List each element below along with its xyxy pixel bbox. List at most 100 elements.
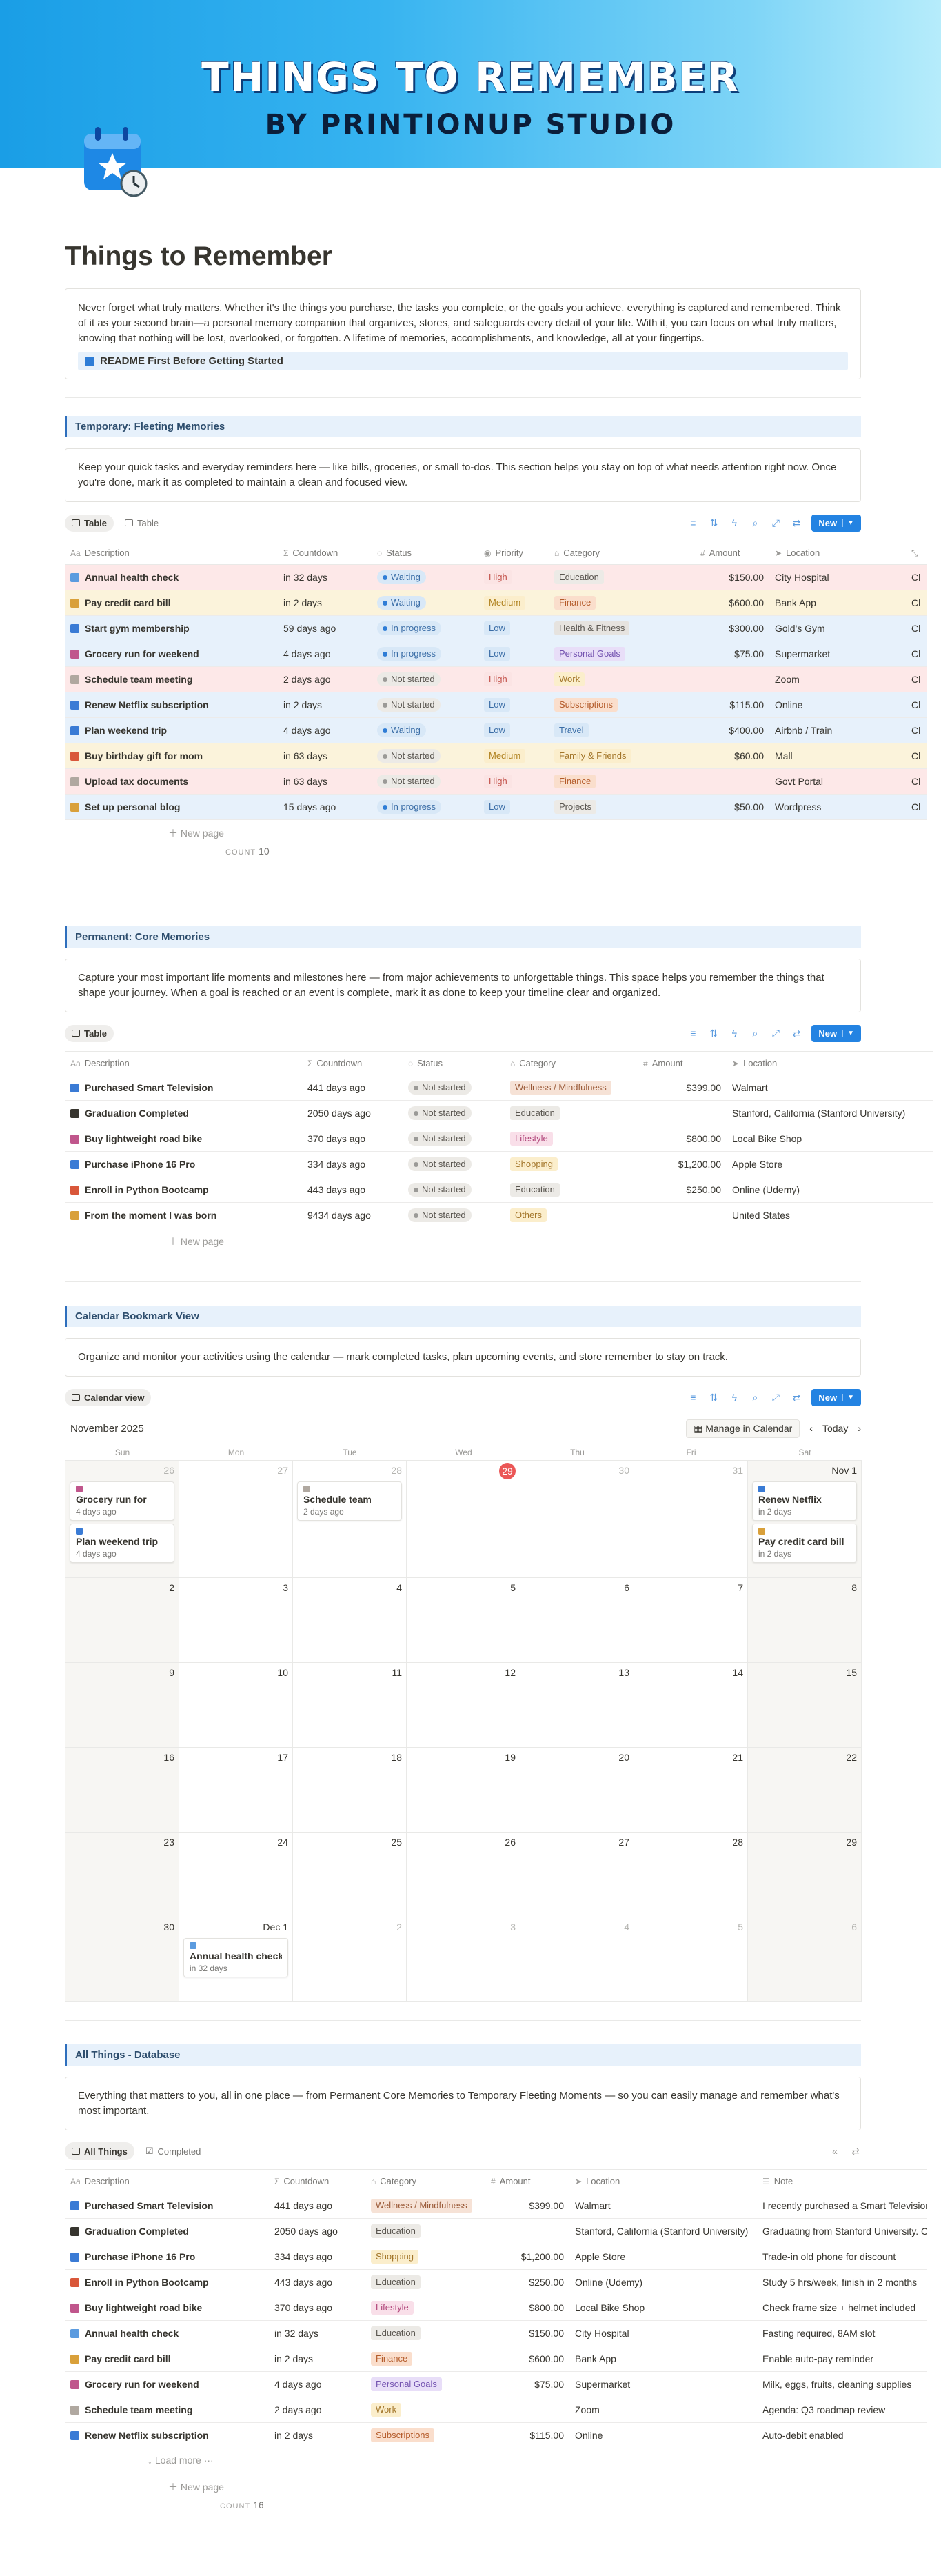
description-cell[interactable]: Set up personal blog — [65, 794, 278, 820]
calendar-day[interactable]: Nov 1 Renew Netflix in 2 days Pay credit ca… — [748, 1461, 862, 1578]
calendar-day[interactable]: Dec 1 Annual health check in 32 days — [179, 1917, 293, 2002]
category-cell[interactable]: Education — [549, 564, 695, 590]
calendar-day[interactable]: 27 — [179, 1461, 293, 1578]
note-cell[interactable]: Enable auto-pay reminder — [757, 2346, 927, 2372]
calendar-day[interactable]: 12 — [407, 1663, 520, 1748]
chevron-left-icon[interactable]: ‹ — [809, 1423, 813, 1434]
description-cell[interactable]: Pay credit card bill — [65, 2346, 269, 2372]
category-cell[interactable]: Education — [505, 1100, 638, 1126]
overflow-cell[interactable]: Cl — [906, 717, 927, 743]
priority-cell[interactable]: High — [478, 564, 549, 590]
calendar-day[interactable]: 5 — [407, 1578, 520, 1663]
amount-cell[interactable]: $600.00 — [485, 2346, 569, 2372]
calendar-day[interactable]: 20 — [520, 1748, 634, 1833]
countdown-cell[interactable]: 443 days ago — [302, 1177, 403, 1203]
location-cell[interactable]: Mall — [769, 743, 906, 769]
chevrons-left-icon[interactable]: « — [829, 2146, 840, 2157]
description-cell[interactable]: Purchase iPhone 16 Pro — [65, 1151, 302, 1177]
note-cell[interactable]: Graduating from Stanford University. Cal… — [757, 2218, 927, 2244]
new-button[interactable]: New ▼ — [811, 514, 861, 532]
calendar-day[interactable]: 30 — [520, 1461, 634, 1578]
note-cell[interactable]: Study 5 hrs/week, finish in 2 months — [757, 2269, 927, 2295]
location-cell[interactable]: Local Bike Shop — [569, 2295, 757, 2321]
calendar-day[interactable]: 22 — [748, 1748, 862, 1833]
location-cell[interactable]: Online (Udemy) — [727, 1177, 933, 1203]
automation-icon[interactable]: ϟ — [729, 1392, 740, 1403]
countdown-cell[interactable]: 441 days ago — [269, 2193, 365, 2219]
description-cell[interactable]: Start gym membership — [65, 615, 278, 641]
search-icon[interactable]: ⌕ — [749, 1028, 760, 1039]
calendar-day[interactable]: 4 — [293, 1578, 407, 1663]
calendar-day[interactable]: 31 — [634, 1461, 748, 1578]
amount-cell[interactable]: $115.00 — [485, 2422, 569, 2448]
overflow-cell[interactable]: Cl — [906, 615, 927, 641]
calendar-day[interactable]: 30 — [65, 1917, 179, 2002]
location-cell[interactable]: Supermarket — [769, 641, 906, 667]
amount-cell[interactable] — [485, 2397, 569, 2423]
calendar-day[interactable]: 2 — [293, 1917, 407, 2002]
amount-cell[interactable]: $399.00 — [485, 2193, 569, 2219]
table-row[interactable]: Buy lightweight road bike 370 days ago Lif… — [65, 2295, 927, 2321]
note-cell[interactable]: Milk, eggs, fruits, cleaning supplies — [757, 2371, 927, 2397]
overflow-cell[interactable]: Cl — [906, 641, 927, 667]
calendar-day[interactable]: 14 — [634, 1663, 748, 1748]
priority-cell[interactable]: Low — [478, 692, 549, 718]
category-cell[interactable]: Projects — [549, 794, 695, 820]
calendar-day[interactable]: 26 — [407, 1833, 520, 1917]
calendar-event-card[interactable]: Grocery run for 4 days ago — [70, 1481, 174, 1521]
description-cell[interactable]: Buy lightweight road bike — [65, 1126, 302, 1152]
category-cell[interactable]: Shopping — [505, 1151, 638, 1177]
new-page-button[interactable]: ＋ New page — [65, 820, 861, 846]
calendar-day[interactable]: 15 — [748, 1663, 862, 1748]
calendar-day[interactable]: 4 — [520, 1917, 634, 2002]
description-cell[interactable]: Grocery run for weekend — [65, 2371, 269, 2397]
description-cell[interactable]: Annual health check — [65, 2320, 269, 2346]
status-cell[interactable]: Not started — [403, 1202, 505, 1228]
overflow-cell[interactable]: Cl — [906, 794, 927, 820]
priority-cell[interactable]: Medium — [478, 590, 549, 616]
category-cell[interactable]: Personal Goals — [549, 641, 695, 667]
amount-cell[interactable]: $150.00 — [485, 2320, 569, 2346]
description-cell[interactable]: Buy birthday gift for mom — [65, 743, 278, 769]
description-cell[interactable]: Enroll in Python Bootcamp — [65, 1177, 302, 1203]
location-cell[interactable]: Zoom — [569, 2397, 757, 2423]
description-cell[interactable]: Plan weekend trip — [65, 717, 278, 743]
col-header-countdown[interactable]: Σ Countdown — [302, 1051, 403, 1075]
category-cell[interactable]: Shopping — [365, 2244, 485, 2270]
countdown-cell[interactable]: 443 days ago — [269, 2269, 365, 2295]
sort-icon[interactable]: ⇅ — [708, 1028, 719, 1039]
table-row[interactable]: Schedule team meeting 2 days ago Work Zoom A… — [65, 2397, 927, 2423]
amount-cell[interactable]: $1,200.00 — [485, 2244, 569, 2270]
countdown-cell[interactable]: 15 days ago — [278, 794, 372, 820]
table-row[interactable]: Upload tax documents in 63 days Not starte… — [65, 768, 927, 795]
calendar-day[interactable]: 29 — [748, 1833, 862, 1917]
amount-cell[interactable] — [638, 1202, 727, 1228]
countdown-cell[interactable]: 2050 days ago — [302, 1100, 403, 1126]
countdown-cell[interactable]: in 63 days — [278, 768, 372, 795]
expand-icon[interactable]: ⤢ — [770, 1392, 781, 1404]
search-icon[interactable]: ⌕ — [749, 517, 760, 529]
priority-cell[interactable]: High — [478, 768, 549, 795]
calendar-day[interactable]: 7 — [634, 1578, 748, 1663]
status-cell[interactable]: In progress — [372, 641, 478, 667]
calendar-event-card[interactable]: Schedule team 2 days ago — [297, 1481, 402, 1521]
table-row[interactable]: Plan weekend trip 4 days ago Waiting Low Tra… — [65, 717, 927, 743]
calendar-event-card[interactable]: Plan weekend trip 4 days ago — [70, 1524, 174, 1563]
countdown-cell[interactable]: 59 days ago — [278, 615, 372, 641]
status-cell[interactable]: Not started — [372, 692, 478, 718]
description-cell[interactable]: Enroll in Python Bootcamp — [65, 2269, 269, 2295]
category-cell[interactable]: Subscriptions — [365, 2422, 485, 2448]
expand-icon[interactable]: ⤢ — [770, 517, 781, 529]
amount-cell[interactable] — [695, 666, 769, 692]
settings-icon[interactable]: ⇄ — [791, 517, 802, 529]
chevron-right-icon[interactable]: › — [858, 1423, 861, 1434]
status-cell[interactable]: Waiting — [372, 717, 478, 743]
location-cell[interactable]: Stanford, California (Stanford Universit… — [569, 2218, 757, 2244]
description-cell[interactable]: Purchased Smart Television — [65, 2193, 269, 2219]
location-cell[interactable]: Wordpress — [769, 794, 906, 820]
overflow-cell[interactable]: Cl — [906, 564, 927, 590]
col-header-category[interactable]: ⌂ Category — [549, 541, 695, 565]
col-header-countdown[interactable]: Σ Countdown — [269, 2169, 365, 2193]
note-cell[interactable]: Agenda: Q3 roadmap review — [757, 2397, 927, 2423]
description-cell[interactable]: Pay credit card bill — [65, 590, 278, 616]
